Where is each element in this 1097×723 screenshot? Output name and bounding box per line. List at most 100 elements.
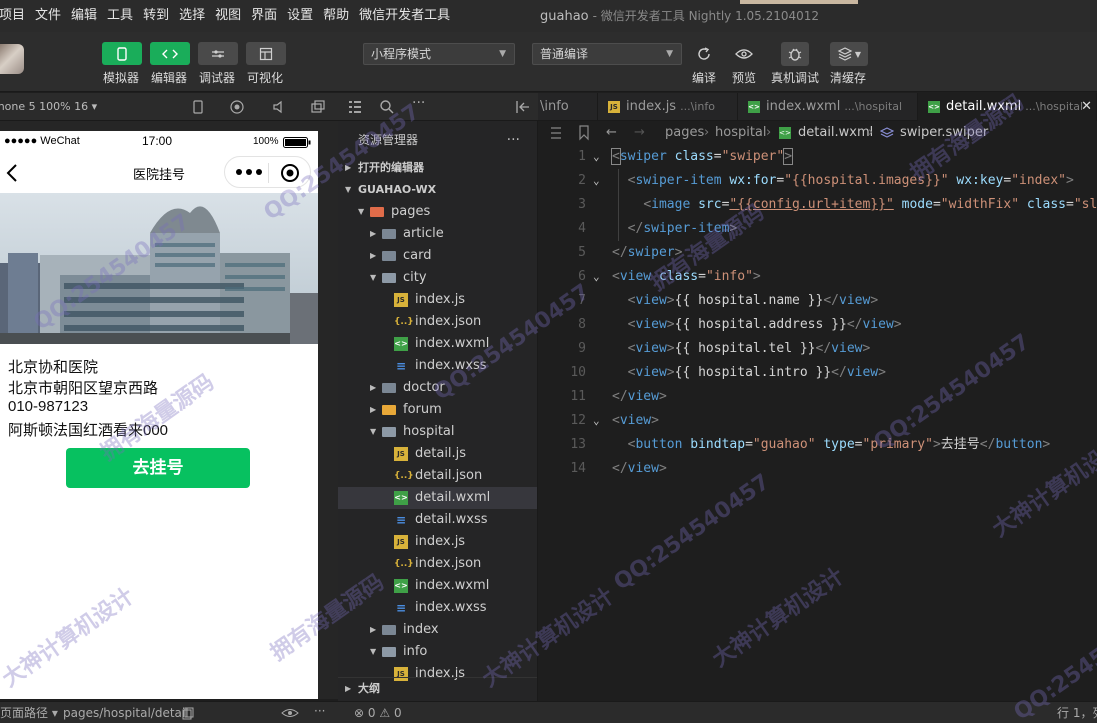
- close-miniprogram-icon[interactable]: [280, 163, 300, 183]
- visual-toggle-button[interactable]: [246, 42, 286, 65]
- split-editor-icon[interactable]: [515, 100, 531, 114]
- menu-file[interactable]: 文件: [30, 0, 66, 32]
- code-line[interactable]: 1 ⌄ <swiper class="swiper">: [538, 145, 1097, 169]
- clear-cache-button[interactable]: ▼: [830, 42, 868, 66]
- code-line[interactable]: 6 ⌄ <view class="info">: [538, 265, 1097, 289]
- list-icon[interactable]: [550, 126, 562, 140]
- tree-file[interactable]: ≡ detail.wxss: [338, 509, 537, 531]
- tree-file[interactable]: {..} index.json: [338, 553, 537, 575]
- search-icon[interactable]: [379, 99, 395, 115]
- tree-file[interactable]: JS index.js: [338, 289, 537, 311]
- menu-view[interactable]: 视图: [210, 0, 246, 32]
- back-arrow-icon[interactable]: ←: [606, 121, 617, 145]
- code-line[interactable]: 3 <image src="{{config.url+item}}" mode=…: [538, 193, 1097, 217]
- mode-select[interactable]: 小程序模式 ▼: [363, 43, 515, 65]
- editor-tab[interactable]: <> index.wxml ...\hospital: [738, 93, 918, 121]
- copy-icon[interactable]: [182, 707, 194, 720]
- record-icon[interactable]: [229, 99, 245, 115]
- tree-folder-forum[interactable]: ▶ forum: [338, 399, 537, 421]
- popout-icon[interactable]: [310, 99, 326, 115]
- code-editor[interactable]: 1 ⌄ <swiper class="swiper"> 2 ⌄ <swiper-item…: [538, 145, 1097, 701]
- phone-icon[interactable]: [190, 99, 206, 115]
- breadcrumb-item[interactable]: pages: [665, 121, 704, 145]
- real-device-debug-button[interactable]: [781, 42, 809, 66]
- compile-mode-select[interactable]: 普通编译 ▼: [532, 43, 682, 65]
- more-icon[interactable]: ···: [314, 700, 325, 722]
- breadcrumb-item[interactable]: detail.wxml: [798, 121, 873, 145]
- breadcrumb-item[interactable]: hospital: [715, 121, 767, 145]
- code-line[interactable]: 2 ⌄ <swiper-item wx:for="{{hospital.image…: [538, 169, 1097, 193]
- problems-indicator[interactable]: ⊗ 0 ⚠ 0: [354, 702, 402, 723]
- code-line[interactable]: 7 <view>{{ hospital.name }}</view>: [538, 289, 1097, 313]
- editor-toggle-button[interactable]: [150, 42, 190, 65]
- tree-file[interactable]: {..} index.json: [338, 311, 537, 333]
- tree-file[interactable]: {..} detail.json: [338, 465, 537, 487]
- menu-project[interactable]: 项目: [0, 0, 30, 32]
- tree-folder-city[interactable]: ▼ city: [338, 267, 537, 289]
- tree-file[interactable]: <> index.wxml: [338, 333, 537, 355]
- menu-interface[interactable]: 界面: [246, 0, 282, 32]
- code-line[interactable]: 8 <view>{{ hospital.address }}</view>: [538, 313, 1097, 337]
- code-line[interactable]: 13 <button bindtap="guahao" type="primar…: [538, 433, 1097, 457]
- code-line[interactable]: 4 </swiper-item>: [538, 217, 1097, 241]
- page-path-label[interactable]: 页面路径 ▾: [0, 702, 58, 723]
- tree-folder-pages[interactable]: ▼ pages: [338, 201, 537, 223]
- chevron-down-icon: ▼: [345, 185, 352, 194]
- tree-file[interactable]: <> index.wxml: [338, 575, 537, 597]
- menu-tools[interactable]: 工具: [102, 0, 138, 32]
- tree-file[interactable]: JS detail.js: [338, 443, 537, 465]
- code-line[interactable]: 10 <view>{{ hospital.intro }}</view>: [538, 361, 1097, 385]
- menu-edit[interactable]: 编辑: [66, 0, 102, 32]
- book-appointment-button[interactable]: 去挂号: [66, 448, 250, 488]
- menu-goto[interactable]: 转到: [138, 0, 174, 32]
- avatar[interactable]: [0, 44, 24, 74]
- more-icon[interactable]: ···: [412, 95, 425, 111]
- compile-button[interactable]: [690, 42, 718, 66]
- menu-select[interactable]: 选择: [174, 0, 210, 32]
- open-editors-section[interactable]: ▶ 打开的编辑器: [338, 157, 537, 179]
- outline-section[interactable]: ▶ 大纲: [338, 677, 537, 699]
- fold-chevron-icon[interactable]: ⌄: [593, 265, 600, 289]
- tree-file[interactable]: <> detail.wxml: [338, 487, 537, 509]
- more-icon[interactable]: [235, 168, 263, 176]
- editor-tab[interactable]: JS index.js ...\info: [598, 93, 738, 121]
- code-line[interactable]: 14 </view>: [538, 457, 1097, 481]
- debugger-toggle-button[interactable]: [198, 42, 238, 65]
- volume-icon[interactable]: [270, 99, 286, 115]
- tree-folder-info[interactable]: ▼ info: [338, 641, 537, 663]
- page-path-value[interactable]: pages/hospital/detail: [63, 702, 189, 723]
- tree-folder-hospital[interactable]: ▼ hospital: [338, 421, 537, 443]
- menu-devtools[interactable]: 微信开发者工具: [354, 0, 455, 32]
- project-section[interactable]: ▼ GUAHAO-WX: [338, 179, 537, 201]
- tree-folder-article[interactable]: ▶ article: [338, 223, 537, 245]
- tree-folder-card[interactable]: ▶ card: [338, 245, 537, 267]
- cursor-position[interactable]: 行 1，列: [1057, 702, 1097, 723]
- menu-settings[interactable]: 设置: [282, 0, 318, 32]
- fold-chevron-icon[interactable]: ⌄: [593, 409, 600, 433]
- tree-file[interactable]: ≡ index.wxss: [338, 355, 537, 377]
- code-line[interactable]: 12 ⌄ <view>: [538, 409, 1097, 433]
- editor-tab[interactable]: <> detail.wxml ...\hospital ✕: [918, 93, 1097, 121]
- close-icon[interactable]: ✕: [1081, 93, 1092, 121]
- code-line[interactable]: 11 </view>: [538, 385, 1097, 409]
- more-icon[interactable]: ···: [507, 121, 520, 159]
- editor-tab[interactable]: \info: [538, 93, 598, 121]
- menu-help[interactable]: 帮助: [318, 0, 354, 32]
- fold-chevron-icon[interactable]: ⌄: [593, 169, 600, 193]
- preview-button[interactable]: [730, 42, 758, 66]
- tree-file[interactable]: JS index.js: [338, 531, 537, 553]
- tree-folder-doctor[interactable]: ▶ doctor: [338, 377, 537, 399]
- bookmark-icon[interactable]: [578, 125, 590, 141]
- hospital-image-swiper[interactable]: [0, 193, 318, 344]
- tree-file[interactable]: ≡ index.wxss: [338, 597, 537, 619]
- fold-chevron-icon[interactable]: ⌄: [593, 145, 600, 169]
- device-select[interactable]: iPhone 5 100% 16 ▾: [0, 93, 97, 121]
- tree-folder-index[interactable]: ▶ index: [338, 619, 537, 641]
- breadcrumb-item[interactable]: swiper.swiper: [900, 121, 988, 145]
- forward-arrow-icon[interactable]: →: [634, 121, 645, 145]
- simulator-toggle-button[interactable]: [102, 42, 142, 65]
- explorer-icon[interactable]: [348, 100, 362, 114]
- code-line[interactable]: 9 <view>{{ hospital.tel }}</view>: [538, 337, 1097, 361]
- code-line[interactable]: 5 </swiper>: [538, 241, 1097, 265]
- eye-icon[interactable]: [281, 708, 299, 718]
